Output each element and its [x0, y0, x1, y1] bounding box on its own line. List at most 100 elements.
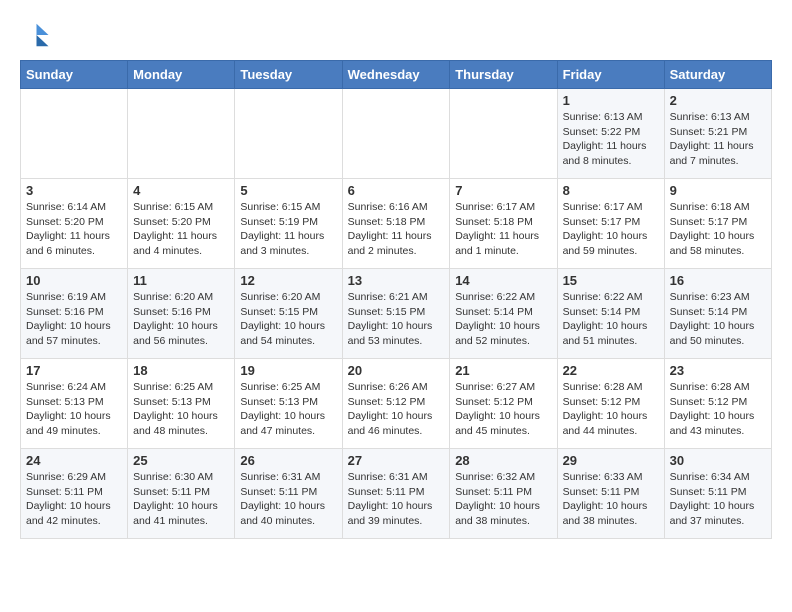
calendar-cell: 29 Sunrise: 6:33 AM Sunset: 5:11 PM Dayli… — [557, 449, 664, 539]
calendar-week-3: 10 Sunrise: 6:19 AM Sunset: 5:16 PM Dayli… — [21, 269, 772, 359]
calendar-cell: 12 Sunrise: 6:20 AM Sunset: 5:15 PM Dayli… — [235, 269, 342, 359]
calendar-cell: 20Sunrise: 6:26 AM Sunset: 5:12 PM Dayli… — [342, 359, 450, 449]
weekday-header-saturday: Saturday — [664, 61, 771, 89]
day-info: Sunrise: 6:17 AM Sunset: 5:18 PM Dayligh… — [455, 200, 551, 259]
day-number: 7 — [455, 183, 551, 198]
calendar-cell: 1 Sunrise: 6:13 AM Sunset: 5:22 PM Daylig… — [557, 89, 664, 179]
day-info: Sunrise: 6:21 AM Sunset: 5:15 PM Dayligh… — [348, 290, 445, 349]
day-info: Sunrise: 6:15 AM Sunset: 5:20 PM Dayligh… — [133, 200, 229, 259]
calendar-cell: 24 Sunrise: 6:29 AM Sunset: 5:11 PM Dayli… — [21, 449, 128, 539]
day-info: Sunrise: 6:20 AM Sunset: 5:15 PM Dayligh… — [240, 290, 336, 349]
calendar-cell: 15 Sunrise: 6:22 AM Sunset: 5:14 PM Dayli… — [557, 269, 664, 359]
day-number: 1 — [563, 93, 659, 108]
day-number: 19 — [240, 363, 336, 378]
logo — [20, 20, 54, 50]
day-number: 6 — [348, 183, 445, 198]
weekday-header-wednesday: Wednesday — [342, 61, 450, 89]
calendar-cell: 19 Sunrise: 6:25 AM Sunset: 5:13 PM Dayli… — [235, 359, 342, 449]
calendar-week-2: 3 Sunrise: 6:14 AM Sunset: 5:20 PM Daylig… — [21, 179, 772, 269]
day-number: 20 — [348, 363, 445, 378]
day-number: 3 — [26, 183, 122, 198]
calendar-week-5: 24 Sunrise: 6:29 AM Sunset: 5:11 PM Dayli… — [21, 449, 772, 539]
calendar-cell: 3 Sunrise: 6:14 AM Sunset: 5:20 PM Daylig… — [21, 179, 128, 269]
calendar-cell: 30 Sunrise: 6:34 AM Sunset: 5:11 PM Dayli… — [664, 449, 771, 539]
day-number: 28 — [455, 453, 551, 468]
day-number: 5 — [240, 183, 336, 198]
calendar-week-4: 17 Sunrise: 6:24 AM Sunset: 5:13 PM Dayli… — [21, 359, 772, 449]
weekday-header-row: SundayMondayTuesdayWednesdayThursdayFrid… — [21, 61, 772, 89]
day-info: Sunrise: 6:28 AM Sunset: 5:12 PM Dayligh… — [670, 380, 766, 439]
day-info: Sunrise: 6:24 AM Sunset: 5:13 PM Dayligh… — [26, 380, 122, 439]
day-info: Sunrise: 6:22 AM Sunset: 5:14 PM Dayligh… — [455, 290, 551, 349]
day-number: 21 — [455, 363, 551, 378]
day-number: 26 — [240, 453, 336, 468]
day-number: 30 — [670, 453, 766, 468]
day-number: 16 — [670, 273, 766, 288]
day-number: 9 — [670, 183, 766, 198]
calendar-cell: 17 Sunrise: 6:24 AM Sunset: 5:13 PM Dayli… — [21, 359, 128, 449]
calendar-cell: 11 Sunrise: 6:20 AM Sunset: 5:16 PM Dayli… — [128, 269, 235, 359]
calendar-cell: 9 Sunrise: 6:18 AM Sunset: 5:17 PM Daylig… — [664, 179, 771, 269]
logo-icon — [20, 20, 50, 50]
calendar-cell: 27 Sunrise: 6:31 AM Sunset: 5:11 PM Dayli… — [342, 449, 450, 539]
calendar-cell: 22Sunrise: 6:28 AM Sunset: 5:12 PM Dayli… — [557, 359, 664, 449]
day-info: Sunrise: 6:13 AM Sunset: 5:21 PM Dayligh… — [670, 110, 766, 169]
calendar-cell — [21, 89, 128, 179]
calendar-cell: 2 Sunrise: 6:13 AM Sunset: 5:21 PM Daylig… — [664, 89, 771, 179]
page-header — [20, 20, 772, 50]
day-info: Sunrise: 6:15 AM Sunset: 5:19 PM Dayligh… — [240, 200, 336, 259]
calendar-cell — [128, 89, 235, 179]
day-info: Sunrise: 6:32 AM Sunset: 5:11 PM Dayligh… — [455, 470, 551, 529]
day-number: 15 — [563, 273, 659, 288]
weekday-header-monday: Monday — [128, 61, 235, 89]
day-number: 13 — [348, 273, 445, 288]
day-info: Sunrise: 6:33 AM Sunset: 5:11 PM Dayligh… — [563, 470, 659, 529]
day-info: Sunrise: 6:16 AM Sunset: 5:18 PM Dayligh… — [348, 200, 445, 259]
calendar-cell: 21 Sunrise: 6:27 AM Sunset: 5:12 PM Dayli… — [450, 359, 557, 449]
day-info: Sunrise: 6:22 AM Sunset: 5:14 PM Dayligh… — [563, 290, 659, 349]
day-info: Sunrise: 6:18 AM Sunset: 5:17 PM Dayligh… — [670, 200, 766, 259]
day-info: Sunrise: 6:34 AM Sunset: 5:11 PM Dayligh… — [670, 470, 766, 529]
weekday-header-sunday: Sunday — [21, 61, 128, 89]
weekday-header-thursday: Thursday — [450, 61, 557, 89]
day-info: Sunrise: 6:23 AM Sunset: 5:14 PM Dayligh… — [670, 290, 766, 349]
day-info: Sunrise: 6:25 AM Sunset: 5:13 PM Dayligh… — [240, 380, 336, 439]
calendar-cell: 7 Sunrise: 6:17 AM Sunset: 5:18 PM Daylig… — [450, 179, 557, 269]
calendar-table: SundayMondayTuesdayWednesdayThursdayFrid… — [20, 60, 772, 539]
day-number: 11 — [133, 273, 229, 288]
day-number: 12 — [240, 273, 336, 288]
day-number: 24 — [26, 453, 122, 468]
day-info: Sunrise: 6:19 AM Sunset: 5:16 PM Dayligh… — [26, 290, 122, 349]
calendar-cell: 25Sunrise: 6:30 AM Sunset: 5:11 PM Dayli… — [128, 449, 235, 539]
day-number: 8 — [563, 183, 659, 198]
day-number: 25 — [133, 453, 229, 468]
calendar-cell: 18Sunrise: 6:25 AM Sunset: 5:13 PM Dayli… — [128, 359, 235, 449]
day-number: 4 — [133, 183, 229, 198]
calendar-cell: 16 Sunrise: 6:23 AM Sunset: 5:14 PM Dayli… — [664, 269, 771, 359]
calendar-week-1: 1 Sunrise: 6:13 AM Sunset: 5:22 PM Daylig… — [21, 89, 772, 179]
day-info: Sunrise: 6:14 AM Sunset: 5:20 PM Dayligh… — [26, 200, 122, 259]
calendar-header: SundayMondayTuesdayWednesdayThursdayFrid… — [21, 61, 772, 89]
day-number: 29 — [563, 453, 659, 468]
day-number: 14 — [455, 273, 551, 288]
calendar-cell: 26 Sunrise: 6:31 AM Sunset: 5:11 PM Dayli… — [235, 449, 342, 539]
calendar-cell — [342, 89, 450, 179]
calendar-cell — [235, 89, 342, 179]
day-number: 2 — [670, 93, 766, 108]
day-number: 22 — [563, 363, 659, 378]
day-info: Sunrise: 6:31 AM Sunset: 5:11 PM Dayligh… — [240, 470, 336, 529]
calendar-cell: 14 Sunrise: 6:22 AM Sunset: 5:14 PM Dayli… — [450, 269, 557, 359]
day-number: 17 — [26, 363, 122, 378]
calendar-cell: 10 Sunrise: 6:19 AM Sunset: 5:16 PM Dayli… — [21, 269, 128, 359]
day-info: Sunrise: 6:31 AM Sunset: 5:11 PM Dayligh… — [348, 470, 445, 529]
day-number: 10 — [26, 273, 122, 288]
calendar-body: 1 Sunrise: 6:13 AM Sunset: 5:22 PM Daylig… — [21, 89, 772, 539]
day-info: Sunrise: 6:27 AM Sunset: 5:12 PM Dayligh… — [455, 380, 551, 439]
calendar-cell — [450, 89, 557, 179]
day-info: Sunrise: 6:13 AM Sunset: 5:22 PM Dayligh… — [563, 110, 659, 169]
calendar-cell: 13 Sunrise: 6:21 AM Sunset: 5:15 PM Dayli… — [342, 269, 450, 359]
weekday-header-tuesday: Tuesday — [235, 61, 342, 89]
day-number: 27 — [348, 453, 445, 468]
day-info: Sunrise: 6:29 AM Sunset: 5:11 PM Dayligh… — [26, 470, 122, 529]
day-info: Sunrise: 6:20 AM Sunset: 5:16 PM Dayligh… — [133, 290, 229, 349]
